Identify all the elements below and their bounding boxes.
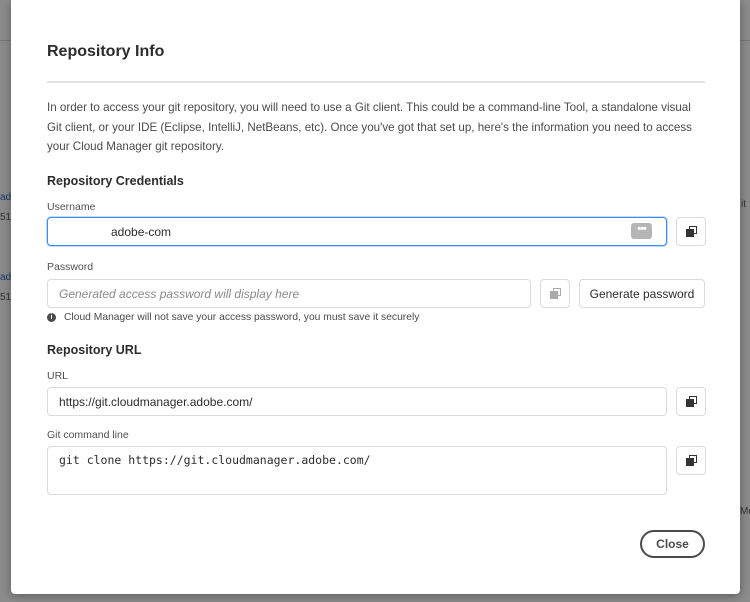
copy-password-button[interactable] — [540, 279, 570, 308]
bg-text-2: 51 — [0, 292, 12, 303]
url-label: URL — [47, 370, 69, 382]
info-icon: i — [47, 313, 56, 322]
git-command-label: Git command line — [47, 429, 129, 441]
intro-text: In order to access your git repository, … — [47, 101, 692, 153]
git-command-field[interactable]: git clone https://git.cloudmanager.adobe… — [47, 446, 667, 495]
url-value: https://git.cloudmanager.adobe.com/ — [59, 394, 253, 409]
git-command-value: git clone https://git.cloudmanager.adobe… — [59, 453, 371, 467]
username-value: adobe-com — [111, 224, 172, 239]
copy-username-button[interactable] — [676, 217, 706, 246]
dialog-title: Repository Info — [47, 43, 165, 60]
copy-url-button[interactable] — [676, 387, 706, 416]
copy-icon-fill — [686, 458, 694, 466]
repository-url-heading: Repository URL — [47, 343, 142, 357]
password-field[interactable]: Generated access password will display h… — [47, 279, 531, 308]
bg-text-4: Mo — [740, 506, 750, 517]
password-note: i Cloud Manager will not save your acces… — [47, 312, 419, 323]
generate-password-button[interactable]: Generate password — [579, 279, 705, 308]
title-divider — [47, 81, 705, 83]
copy-icon-fill — [550, 291, 558, 299]
more-icon[interactable]: ••• — [631, 223, 652, 239]
close-button[interactable]: Close — [640, 530, 705, 558]
url-field[interactable]: https://git.cloudmanager.adobe.com/ — [47, 387, 667, 416]
copy-icon-fill — [686, 229, 694, 237]
password-label: Password — [47, 261, 94, 273]
password-placeholder: Generated access password will display h… — [59, 286, 300, 301]
copy-git-command-button[interactable] — [676, 446, 706, 475]
copy-icon-fill — [686, 399, 694, 407]
username-field[interactable]: adobe-com ••• — [47, 217, 667, 246]
bg-text-3: it — [741, 199, 746, 210]
credentials-heading: Repository Credentials — [47, 174, 184, 188]
password-note-text: Cloud Manager will not save your access … — [64, 312, 420, 323]
username-label: Username — [47, 201, 96, 213]
repository-info-dialog: Repository Info In order to access your … — [11, 0, 740, 594]
bg-text-1: 51 — [0, 212, 12, 223]
bg-divider-1 — [0, 40, 11, 41]
bg-divider-2 — [740, 40, 750, 41]
